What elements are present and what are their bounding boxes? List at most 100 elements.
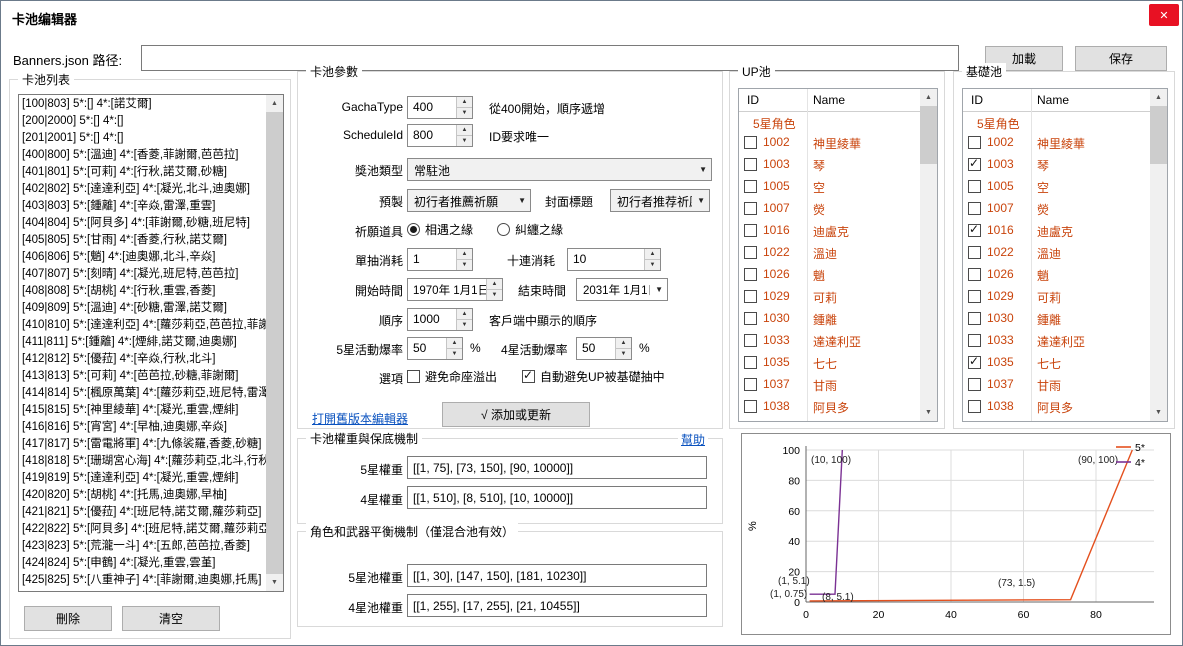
list-item[interactable]: [414|814] 5*:[楓原萬葉] 4*:[蘿莎莉亞,班尼特,雷澤] xyxy=(19,385,266,402)
row-checkbox[interactable] xyxy=(744,400,757,413)
list-item[interactable]: [420|820] 5*:[胡桃] 4*:[托馬,迪奧娜,早柚] xyxy=(19,487,266,504)
list-item[interactable]: [400|800] 5*:[溫迪] 4*:[香菱,菲謝爾,芭芭拉] xyxy=(19,147,266,164)
spin-up-icon[interactable]: ▲ xyxy=(457,125,472,136)
list-item[interactable]: [413|813] 5*:[可莉] 4*:[芭芭拉,砂糖,菲謝爾] xyxy=(19,368,266,385)
row-checkbox[interactable] xyxy=(968,158,981,171)
row-checkbox[interactable] xyxy=(968,334,981,347)
list-item[interactable]: [416|816] 5*:[宵宮] 4*:[早柚,迪奧娜,辛焱] xyxy=(19,419,266,436)
list-item[interactable]: [402|802] 5*:[達達利亞] 4*:[凝光,北斗,迪奧娜] xyxy=(19,181,266,198)
list-item[interactable]: [407|807] 5*:[刻晴] 4*:[凝光,班尼特,芭芭拉] xyxy=(19,266,266,283)
spin-down-icon[interactable]: ▼ xyxy=(457,260,472,270)
list-item[interactable]: [403|803] 5*:[鍾離] 4*:[辛焱,雷澤,重雲] xyxy=(19,198,266,215)
save-button[interactable]: 保存 xyxy=(1075,46,1167,71)
spin-up-icon[interactable]: ▲ xyxy=(457,97,472,108)
spin-up-icon[interactable]: ▲ xyxy=(645,249,660,260)
clear-button[interactable]: 清空 xyxy=(122,606,220,631)
spin-up-icon[interactable]: ▲ xyxy=(457,249,472,260)
pool-row[interactable]: 1033達達利亞 xyxy=(739,330,920,352)
preset-select[interactable]: 初行者推薦祈願 ▼ xyxy=(407,189,531,212)
pool-row[interactable]: 1029可莉 xyxy=(963,286,1150,308)
scroll-up-icon[interactable]: ▲ xyxy=(1150,89,1167,106)
list-item[interactable]: [425|825] 5*:[八重神子] 4*:[菲謝爾,迪奧娜,托馬] xyxy=(19,572,266,589)
banner-listbox[interactable]: [100|803] 5*:[] 4*:[諾艾爾][200|2000] 5*:[]… xyxy=(18,94,284,592)
base-pool-scrollbar[interactable]: ▲ ▼ xyxy=(1150,89,1167,421)
scroll-track[interactable] xyxy=(920,106,937,404)
pool-row[interactable]: 1005空 xyxy=(963,176,1150,198)
close-button[interactable]: ✕ xyxy=(1149,4,1179,26)
add-or-update-button[interactable]: √ 添加或更新 xyxy=(442,402,590,427)
start-date-spinner[interactable]: ▲▼ xyxy=(486,279,502,300)
row-checkbox[interactable] xyxy=(744,378,757,391)
list-item[interactable]: [411|811] 5*:[鍾離] 4*:[煙緋,諾艾爾,迪奧娜] xyxy=(19,334,266,351)
spin-down-icon[interactable]: ▼ xyxy=(457,320,472,330)
gachatype-spinner[interactable]: ▲▼ xyxy=(456,97,472,118)
listbox-scrollbar[interactable]: ▲ ▼ xyxy=(266,95,283,591)
scroll-up-icon[interactable]: ▲ xyxy=(266,95,283,112)
scroll-track[interactable] xyxy=(266,112,283,574)
single-cost-input[interactable]: 1 ▲▼ xyxy=(407,248,473,271)
list-item[interactable]: [200|2000] 5*:[] 4*:[] xyxy=(19,113,266,130)
ten-cost-input[interactable]: 10 ▲▼ xyxy=(567,248,661,271)
cover-title-select[interactable]: 初行者推荐祈愿 ▼ xyxy=(610,189,710,212)
spin-down-icon[interactable]: ▼ xyxy=(457,136,472,146)
five-star-pool-weight-input[interactable] xyxy=(407,564,707,587)
row-checkbox[interactable] xyxy=(744,202,757,215)
sort-order-spinner[interactable]: ▲▼ xyxy=(456,309,472,330)
list-item[interactable]: [417|817] 5*:[雷電將軍] 4*:[九條裟羅,香菱,砂糖] xyxy=(19,436,266,453)
pool-row[interactable]: 1022溫迪 xyxy=(739,242,920,264)
scroll-thumb[interactable] xyxy=(266,112,283,574)
five-star-rate-spinner[interactable]: ▲▼ xyxy=(446,338,462,359)
list-item[interactable]: [408|808] 5*:[胡桃] 4*:[行秋,重雲,香菱] xyxy=(19,283,266,300)
row-checkbox[interactable] xyxy=(968,224,981,237)
pool-row[interactable]: 1035七七 xyxy=(739,352,920,374)
list-item[interactable]: [415|815] 5*:[神里綾華] 4*:[凝光,重雲,煙緋] xyxy=(19,402,266,419)
pool-row[interactable]: 1026魈 xyxy=(963,264,1150,286)
scroll-down-icon[interactable]: ▼ xyxy=(266,574,283,591)
row-checkbox[interactable] xyxy=(744,334,757,347)
pool-row[interactable]: 1005空 xyxy=(739,176,920,198)
list-item[interactable]: [405|805] 5*:[甘雨] 4*:[香菱,行秋,諾艾爾] xyxy=(19,232,266,249)
row-checkbox[interactable] xyxy=(744,158,757,171)
list-item[interactable]: [412|812] 5*:[優菈] 4*:[辛焱,行秋,北斗] xyxy=(19,351,266,368)
end-date-picker[interactable]: 2031年 1月1日 ▼ xyxy=(576,278,668,301)
four-star-weight-input[interactable] xyxy=(407,486,707,509)
start-date-picker[interactable]: 1970年 1月1日 ▲▼ xyxy=(407,278,503,301)
spin-down-icon[interactable]: ▼ xyxy=(487,290,502,300)
spin-down-icon[interactable]: ▼ xyxy=(645,260,660,270)
row-checkbox[interactable] xyxy=(968,312,981,325)
spin-up-icon[interactable]: ▲ xyxy=(487,279,502,290)
four-star-rate-spinner[interactable]: ▲▼ xyxy=(615,338,631,359)
row-checkbox[interactable] xyxy=(968,180,981,193)
up-pool-scrollbar[interactable]: ▲ ▼ xyxy=(920,89,937,421)
four-star-pool-weight-input[interactable] xyxy=(407,594,707,617)
row-checkbox[interactable] xyxy=(968,290,981,303)
ten-cost-spinner[interactable]: ▲▼ xyxy=(644,249,660,270)
checkbox-avoid-constellation-overflow[interactable]: 避免命座溢出 xyxy=(407,368,497,385)
five-star-weight-input[interactable] xyxy=(407,456,707,479)
pool-row[interactable]: 1035七七 xyxy=(963,352,1150,374)
pool-row[interactable]: 1002神里綾華 xyxy=(963,132,1150,154)
scroll-thumb[interactable] xyxy=(920,106,937,164)
pool-row[interactable]: 1033達達利亞 xyxy=(963,330,1150,352)
row-checkbox[interactable] xyxy=(744,268,757,281)
scroll-down-icon[interactable]: ▼ xyxy=(1150,404,1167,421)
list-item[interactable]: [409|809] 5*:[溫迪] 4*:[砂糖,雷澤,諾艾爾] xyxy=(19,300,266,317)
list-item[interactable]: [423|823] 5*:[荒瀧一斗] 4*:[五郎,芭芭拉,香菱] xyxy=(19,538,266,555)
list-item[interactable]: [424|824] 5*:[申鶴] 4*:[凝光,重雲,雲堇] xyxy=(19,555,266,572)
scroll-up-icon[interactable]: ▲ xyxy=(920,89,937,106)
pool-row[interactable]: 1016迪盧克 xyxy=(963,220,1150,242)
spin-down-icon[interactable]: ▼ xyxy=(457,108,472,118)
scroll-thumb[interactable] xyxy=(1150,106,1167,164)
list-item[interactable]: [421|821] 5*:[優菈] 4*:[班尼特,諾艾爾,蘿莎莉亞] xyxy=(19,504,266,521)
row-checkbox[interactable] xyxy=(744,180,757,193)
spin-up-icon[interactable]: ▲ xyxy=(616,338,631,349)
pool-row[interactable]: 1037甘雨 xyxy=(739,374,920,396)
list-item[interactable]: [406|806] 5*:[魈] 4*:[迪奧娜,北斗,辛焱] xyxy=(19,249,266,266)
pool-row[interactable]: 1029可莉 xyxy=(739,286,920,308)
row-checkbox[interactable] xyxy=(744,136,757,149)
delete-button[interactable]: 刪除 xyxy=(24,606,112,631)
list-item[interactable]: [404|804] 5*:[阿貝多] 4*:[菲謝爾,砂糖,班尼特] xyxy=(19,215,266,232)
help-link[interactable]: 幫助 xyxy=(678,431,708,448)
column-header-name[interactable]: Name xyxy=(813,93,845,107)
row-checkbox[interactable] xyxy=(968,246,981,259)
